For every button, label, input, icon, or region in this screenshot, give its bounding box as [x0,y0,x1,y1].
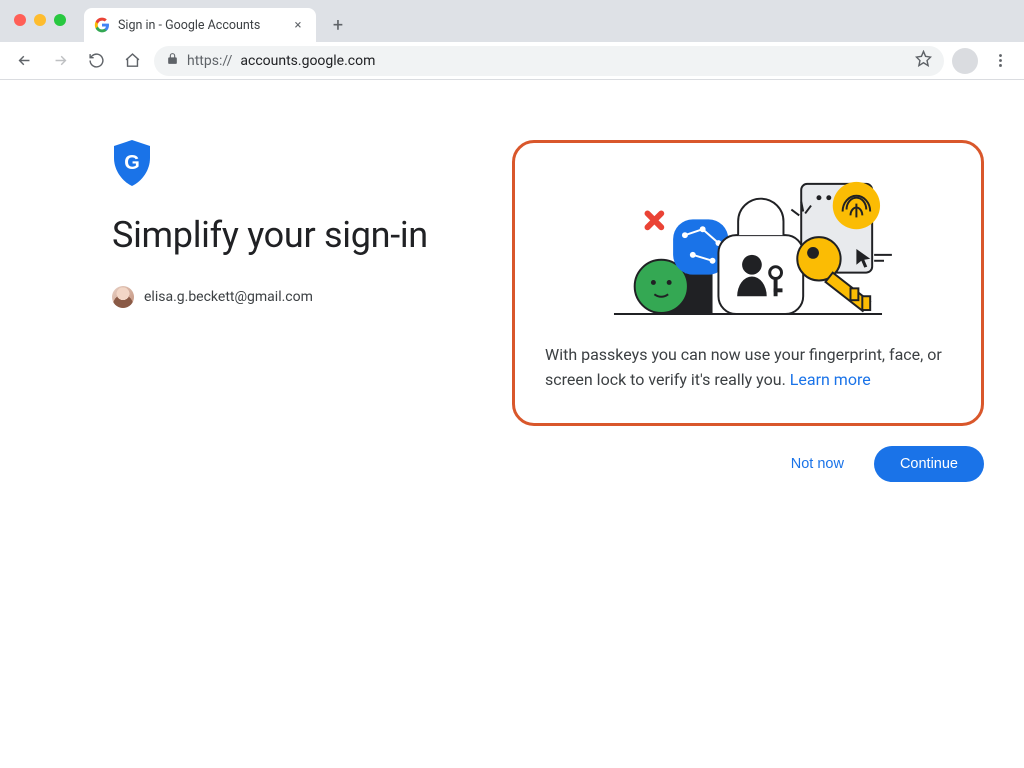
tab-title: Sign in - Google Accounts [118,18,282,33]
new-tab-button[interactable]: + [324,11,352,39]
action-buttons: Not now Continue [512,446,984,482]
browser-tabstrip: Sign in - Google Accounts × + [0,0,1024,42]
browser-toolbar: https:// accounts.google.com [0,42,1024,80]
passkey-callout: With passkeys you can now use your finge… [512,140,984,426]
passkey-illustration [545,165,951,325]
left-column: G Simplify your sign-in elisa.g.beckett@… [112,140,472,482]
not-now-button[interactable]: Not now [779,446,856,482]
account-email: elisa.g.beckett@gmail.com [144,289,313,305]
page-title: Simplify your sign-in [112,214,472,256]
fullscreen-window-button[interactable] [54,14,66,26]
back-button[interactable] [10,47,38,75]
reload-button[interactable] [82,47,110,75]
close-window-button[interactable] [14,14,26,26]
svg-text:G: G [124,152,140,174]
address-bar[interactable]: https:// accounts.google.com [154,46,944,76]
learn-more-link[interactable]: Learn more [790,370,871,389]
minimize-window-button[interactable] [34,14,46,26]
lock-icon [166,52,179,69]
right-column: With passkeys you can now use your finge… [512,140,984,482]
forward-button[interactable] [46,47,74,75]
page-content: G Simplify your sign-in elisa.g.beckett@… [0,80,1024,482]
bookmark-star-icon[interactable] [915,50,932,71]
continue-button[interactable]: Continue [874,446,984,482]
browser-tab[interactable]: Sign in - Google Accounts × [84,8,316,42]
url-scheme: https:// [187,53,232,69]
callout-body: With passkeys you can now use your finge… [545,343,951,393]
kebab-menu-button[interactable] [986,47,1014,75]
home-button[interactable] [118,47,146,75]
profile-avatar-button[interactable] [952,48,978,74]
callout-body-text: With passkeys you can now use your finge… [545,345,942,389]
close-tab-button[interactable]: × [290,17,306,33]
window-controls [14,14,66,26]
url-host: accounts.google.com [240,53,375,69]
google-g-icon [94,17,110,33]
user-avatar-icon [112,286,134,308]
shield-g-icon: G [112,140,152,186]
account-chip[interactable]: elisa.g.beckett@gmail.com [112,286,313,308]
